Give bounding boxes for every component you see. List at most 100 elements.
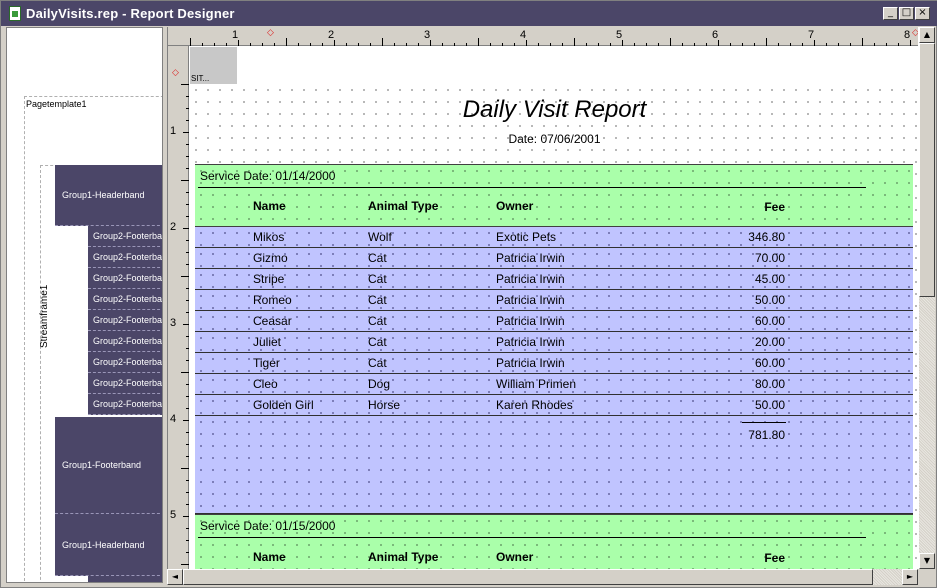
cell-name: Tiger [253, 356, 280, 370]
header-animal-type[interactable]: Animal Type [368, 550, 438, 564]
group2-footerband[interactable]: Group2-Footerband [88, 373, 162, 394]
header-fee[interactable]: Fee [715, 200, 785, 214]
header-fee[interactable]: Fee [715, 551, 785, 565]
group2-footerband[interactable]: Group2-Footerband [88, 352, 163, 373]
table-row[interactable]: Romeo Cat Patricia Irwin 50.00 [195, 290, 913, 311]
vertical-ruler[interactable]: 1 2 3 4 5 ◇ [168, 46, 189, 569]
ruler-tick [550, 43, 551, 46]
report-page[interactable]: Daily Visit Report Date: 07/06/2001 Serv… [190, 84, 918, 569]
group2-footerband[interactable]: Group2-Footerband [88, 226, 162, 247]
group1-footerband[interactable]: 781.80 [195, 416, 913, 514]
ruler-tick [186, 552, 189, 553]
header-animal-type[interactable]: Animal Type [368, 199, 438, 213]
ruler-tick [634, 43, 635, 46]
table-row[interactable]: Stripe Cat Patricia Irwin 45.00 [195, 269, 913, 290]
group2-footerband[interactable]: Group2-Footerband [88, 331, 162, 352]
ruler-tick [186, 540, 189, 541]
group1-headerband[interactable]: Service Date: 01/14/2000 Name Animal Typ… [195, 164, 913, 227]
ruler-tick [682, 43, 683, 46]
group1-footerband[interactable]: Group1-Footerband [55, 417, 162, 514]
scroll-thumb[interactable] [183, 569, 873, 585]
service-date[interactable]: Service Date: 01/14/2000 [200, 169, 335, 183]
ruler-tick [274, 43, 275, 46]
ruler-tick [730, 43, 731, 46]
report-date[interactable]: Date: 07/06/2001 [190, 132, 918, 146]
table-row[interactable]: Ceasar Cat Patricia Irwin 60.00 [195, 311, 913, 332]
header-owner[interactable]: Owner [496, 550, 533, 564]
cell-owner: Patricia Irwin [496, 272, 565, 286]
header-owner[interactable]: Owner [496, 199, 533, 213]
section-tab[interactable]: SIT... [190, 47, 237, 84]
band-label: Group2-Footerband [93, 294, 163, 304]
ruler-tick [186, 120, 189, 121]
ruler-tick [186, 168, 189, 169]
ruler-tick [186, 360, 189, 361]
cell-fee: 50.00 [754, 398, 785, 412]
band-label: Group2-Footerband [93, 273, 163, 283]
group2-footerband[interactable] [88, 576, 162, 582]
cell-name: Golden Girl [253, 398, 314, 412]
scroll-right-button[interactable]: ► [902, 569, 918, 585]
table-row[interactable]: Mikos Wolf Exotic Pets 346.80 [195, 227, 913, 248]
ruler-tick [670, 38, 671, 46]
ruler-tick [586, 43, 587, 46]
table-row[interactable]: Cleo Dog William Primen 80.00 [195, 374, 913, 395]
table-row[interactable]: Gizmo Cat Patricia Irwin 70.00 [195, 248, 913, 269]
maximize-button[interactable]: □ [899, 7, 914, 20]
ruler-tick [183, 420, 189, 421]
ruler-tick [706, 43, 707, 46]
margin-marker-icon[interactable]: ◇ [172, 67, 179, 78]
group1-headerband[interactable]: Group1-Headerband [55, 165, 162, 226]
scroll-up-button[interactable]: ▲ [919, 27, 935, 43]
group2-footerband[interactable]: Group2-Footerband [88, 310, 162, 331]
header-name[interactable]: Name [253, 550, 286, 564]
ruler-tick [874, 43, 875, 46]
scroll-thumb[interactable] [919, 43, 935, 297]
margin-marker-icon[interactable]: ◇ [267, 27, 274, 38]
ruler-tick [186, 312, 189, 313]
report-title[interactable]: Daily Visit Report [190, 96, 918, 124]
service-date[interactable]: Service Date: 01/15/2000 [200, 519, 335, 533]
table-row[interactable]: Tiger Cat Patricia Irwin 60.00 [195, 353, 913, 374]
ruler-tick [183, 324, 189, 325]
design-canvas[interactable]: 1 2 3 4 5 6 7 8 ◇ ◇ 1 2 3 4 5 ◇ SIT... D… [167, 27, 918, 569]
ruler-tick [186, 96, 189, 97]
group1-headerband[interactable]: Group1-Headerband [55, 514, 162, 576]
ruler-tick [418, 43, 419, 46]
ruler-tick [186, 336, 189, 337]
table-row[interactable]: Golden Girl Horse Karen Rhodes 50.00 [195, 395, 913, 416]
title-bar[interactable]: DailyVisits.rep - Report Designer _ □ × [1, 1, 937, 26]
minimize-button[interactable]: _ [883, 7, 898, 20]
group2-footerband[interactable]: Group2-Footerband [88, 394, 162, 415]
band-label: Group1-Headerband [62, 190, 145, 200]
ruler-tick [181, 468, 189, 469]
vertical-scrollbar[interactable]: ▲ ▼ [918, 27, 935, 569]
ruler-tick [406, 43, 407, 46]
ruler-tick [181, 372, 189, 373]
band-label: Group2-Footerband [93, 357, 163, 367]
table-row[interactable]: Juliet Cat Patricia Irwin 20.00 [195, 332, 913, 353]
structure-panel[interactable]: Pagetemplate1 Streamframe1 Group1-Header… [6, 27, 163, 583]
scroll-left-button[interactable]: ◄ [167, 569, 183, 585]
header-name[interactable]: Name [253, 199, 286, 213]
scroll-down-button[interactable]: ▼ [919, 553, 935, 569]
ruler-tick [186, 108, 189, 109]
group2-footerband[interactable]: Group2-Footerband [88, 268, 163, 289]
horizontal-scrollbar[interactable]: ◄ ► [167, 569, 918, 585]
group2-footerband[interactable]: Group2-Footerband [88, 247, 162, 268]
ruler-tick [186, 240, 189, 241]
ruler-tick [430, 40, 431, 46]
fee-total[interactable]: 781.80 [715, 428, 785, 442]
group2-footerband[interactable]: Group2-Footerband [88, 289, 163, 310]
ruler-number: 1 [170, 125, 177, 137]
close-button[interactable]: × [915, 7, 930, 20]
group1-headerband[interactable]: Service Date: 01/15/2000 Name Animal Typ… [195, 514, 913, 569]
ruler-tick [202, 43, 203, 46]
cell-fee: 60.00 [754, 356, 785, 370]
cell-animal-type: Cat [368, 314, 387, 328]
cell-fee: 45.00 [754, 272, 785, 286]
horizontal-ruler[interactable]: 1 2 3 4 5 6 7 8 ◇ ◇ [168, 27, 918, 46]
cell-owner: William Primen [496, 377, 577, 391]
ruler-tick [454, 43, 455, 46]
cell-name: Romeo [253, 293, 292, 307]
